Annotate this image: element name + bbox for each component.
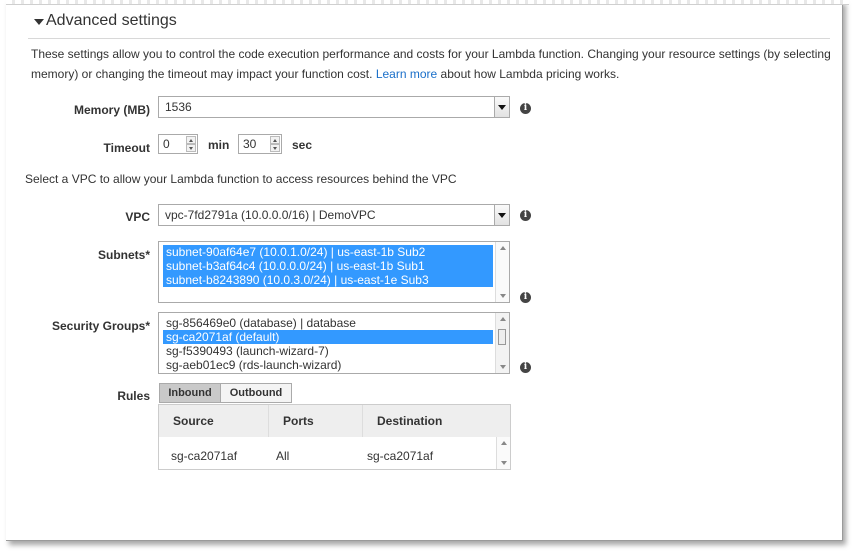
rules-table: Source Ports Destination sg-ca2071af All… [158, 404, 511, 470]
timeout-seconds-input[interactable]: 30 [238, 134, 282, 154]
scroll-thumb[interactable] [498, 329, 506, 345]
column-header-ports: Ports [269, 405, 363, 437]
scroll-arrow-icon[interactable] [500, 365, 506, 369]
timeout-seconds-value: 30 [243, 137, 257, 151]
tab-inbound[interactable]: Inbound [159, 383, 221, 403]
scroll-arrow-icon[interactable] [501, 441, 507, 445]
info-icon[interactable]: i [520, 362, 531, 373]
dropdown-arrow-icon[interactable] [494, 205, 509, 225]
scroll-arrow-icon[interactable] [500, 294, 506, 298]
security-groups-listbox[interactable]: sg-856469e0 (database) | database sg-ca2… [158, 312, 510, 374]
collapse-caret-icon[interactable] [34, 19, 44, 25]
divider [28, 38, 830, 39]
spinner-arrows-icon[interactable] [270, 136, 280, 152]
settings-panel: Advanced settings These settings allow y… [6, 0, 849, 541]
subnets-label: Subnets* [97, 248, 150, 262]
description-tail: about how Lambda pricing works. [440, 67, 620, 81]
list-item[interactable]: subnet-b8243890 (10.0.3.0/24) | us-east-… [163, 273, 493, 287]
subnets-listbox[interactable]: subnet-90af64e7 (10.0.1.0/24) | us-east-… [158, 241, 510, 303]
dropdown-arrow-icon[interactable] [494, 97, 509, 117]
cell-ports: All [276, 449, 290, 463]
timeout-minutes-input[interactable]: 0 [158, 134, 198, 154]
memory-label: Memory (MB) [73, 103, 150, 117]
rules-label: Rules [117, 389, 150, 403]
scrollbar[interactable] [496, 437, 510, 469]
minutes-unit: min [208, 138, 230, 152]
cell-destination: sg-ca2071af [367, 449, 434, 463]
cell-source: sg-ca2071af [171, 449, 238, 463]
timeout-label: Timeout [103, 141, 150, 155]
learn-more-link[interactable]: Learn more [376, 67, 437, 81]
list-item[interactable]: sg-ca2071af (default) [163, 330, 493, 344]
scroll-arrow-icon[interactable] [500, 317, 506, 321]
scrollbar[interactable] [495, 313, 509, 373]
memory-select[interactable]: 1536 [158, 96, 510, 118]
list-item[interactable]: sg-f5390493 (launch-wizard-7) [163, 344, 493, 358]
tab-outbound[interactable]: Outbound [220, 383, 292, 403]
timeout-minutes-value: 0 [163, 137, 170, 151]
vpc-note: Select a VPC to allow your Lambda functi… [25, 172, 457, 186]
info-icon[interactable]: i [520, 210, 531, 221]
list-item[interactable]: sg-aeb01ec9 (rds-launch-wizard) [163, 358, 493, 372]
spinner-arrows-icon[interactable] [186, 136, 196, 152]
torn-edge [6, 0, 849, 5]
security-groups-label: Security Groups* [51, 319, 150, 333]
column-header-source: Source [159, 405, 269, 437]
list-item[interactable]: sg-856469e0 (database) | database [163, 316, 493, 330]
description: These settings allow you to control the … [31, 44, 831, 84]
scrollbar[interactable] [495, 242, 509, 302]
info-icon[interactable]: i [520, 292, 531, 303]
scroll-arrow-icon[interactable] [500, 246, 506, 250]
vpc-select[interactable]: vpc-7fd2791a (10.0.0.0/16) | DemoVPC [158, 204, 510, 226]
vpc-value: vpc-7fd2791a (10.0.0.0/16) | DemoVPC [165, 208, 376, 222]
list-item[interactable]: subnet-90af64e7 (10.0.1.0/24) | us-east-… [163, 245, 493, 259]
column-header-destination: Destination [363, 405, 510, 437]
section-title[interactable]: Advanced settings [46, 12, 177, 30]
memory-value: 1536 [165, 100, 192, 114]
info-icon[interactable]: i [520, 103, 531, 114]
vpc-label: VPC [125, 210, 150, 224]
seconds-unit: sec [292, 138, 313, 152]
scroll-arrow-icon[interactable] [501, 461, 507, 465]
list-item[interactable]: subnet-b3af64c4 (10.0.0.0/24) | us-east-… [163, 259, 493, 273]
